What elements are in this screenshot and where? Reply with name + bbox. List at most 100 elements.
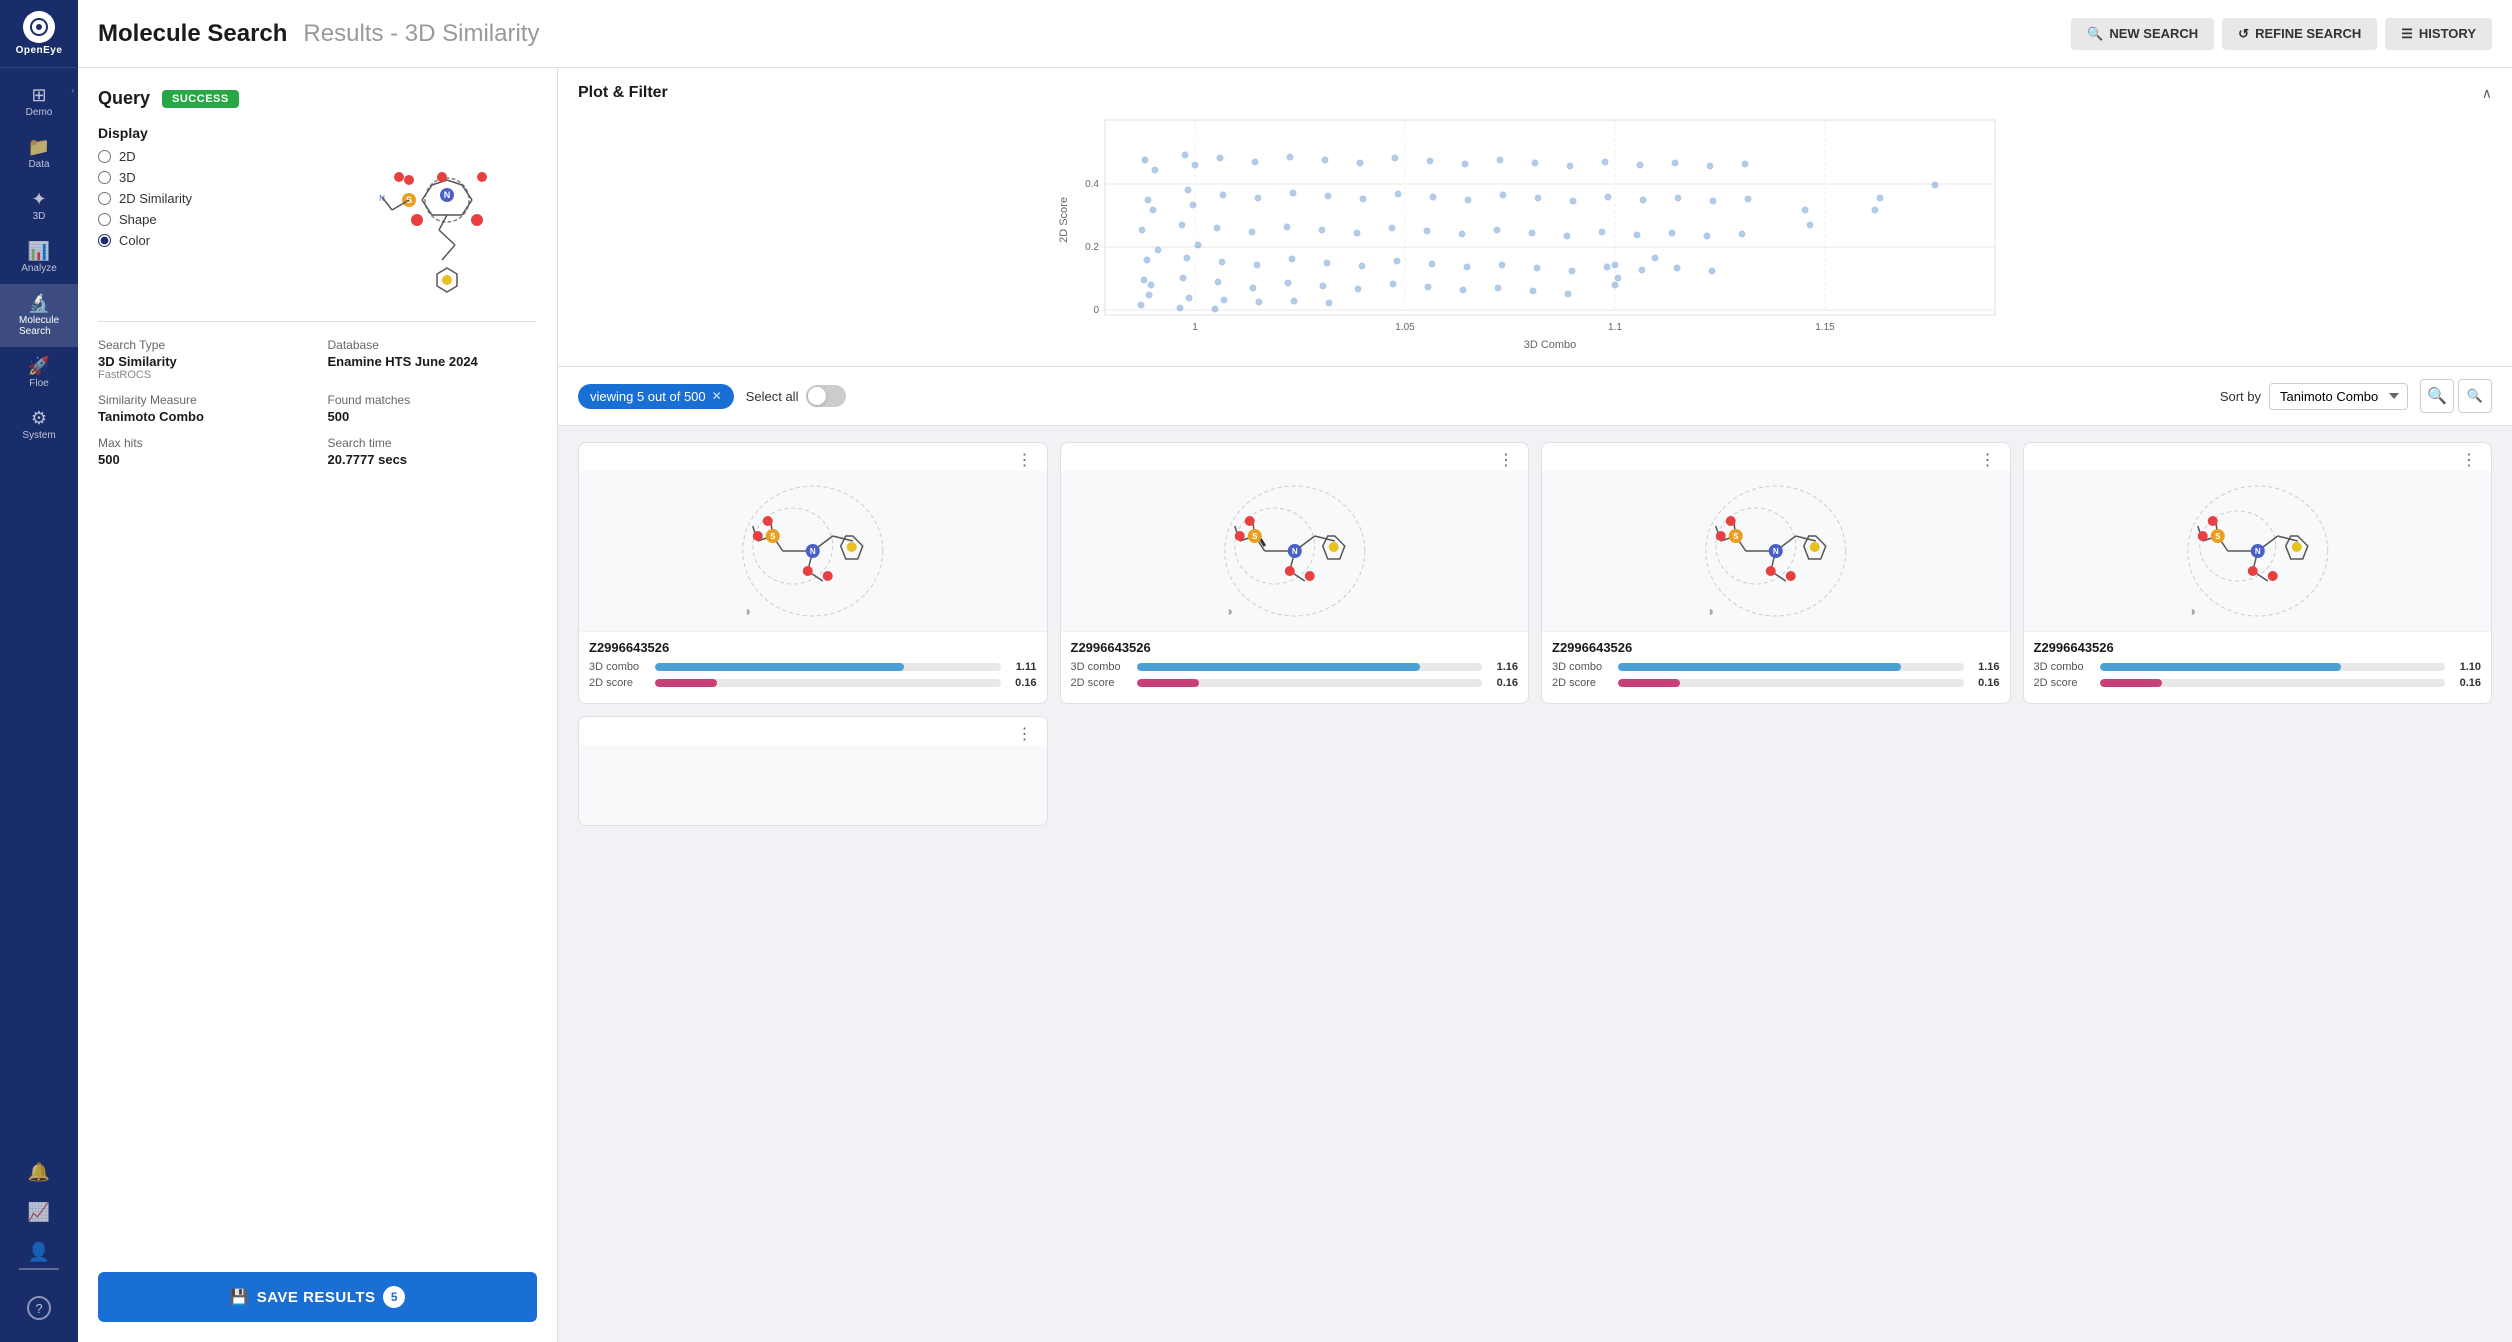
sidebar-item-label-3d: 3D [33,211,46,222]
svg-text:0: 0 [1093,305,1099,316]
results-toolbar: viewing 5 out of 500 ✕ Select all Sort b… [558,367,2512,426]
sort-label: Sort by [2220,389,2261,404]
app-logo[interactable]: OpenEye [0,0,78,68]
main-content: Molecule Search Results - 3D Similarity … [78,0,2512,1342]
card-menu-1[interactable]: ⋮ [1013,451,1037,471]
radio-3d-label: 3D [119,170,136,185]
score2d-val-1: 0.16 [1007,677,1037,689]
card-id-4: Z2996643526 [2024,631,2492,661]
card-scores-2: 3D combo 1.16 2D score [1061,661,1529,703]
card-mol-4: N S ◑ [2024,471,2492,631]
card-menu-5[interactable]: ⋮ [1013,725,1037,745]
card-menu-3[interactable]: ⋮ [1976,451,2000,471]
plot-header: Plot & Filter ∧ [578,84,2492,102]
svg-text:1.05: 1.05 [1395,322,1415,333]
svg-text:S: S [2215,532,2221,541]
card-header-4: ⋮ [2024,443,2492,471]
select-all-area: Select all [746,385,847,407]
svg-text:S: S [1733,532,1739,541]
molecule-card-1[interactable]: ⋮ [578,442,1048,704]
molecule-card-5[interactable]: ⋮ [578,716,1048,826]
sidebar-item-label-system: System [22,430,55,441]
radio-color[interactable]: Color [98,233,357,248]
combo-val-3: 1.16 [1970,661,2000,673]
card-scores-1: 3D combo 1.11 2D score [579,661,1047,703]
divider-1 [98,321,537,322]
floe-icon: 🚀 [28,357,50,375]
sidebar-item-help[interactable]: ? [0,1286,78,1330]
score2d-val-4: 0.16 [2451,677,2481,689]
page-title: Molecule Search [98,20,287,48]
bell-icon: 🔔 [28,1163,50,1181]
sidebar-item-user[interactable]: 👤 [0,1233,78,1284]
svg-text:N: N [1291,547,1297,556]
history-button[interactable]: ☰ HISTORY [2385,18,2492,50]
svg-text:1.15: 1.15 [1815,322,1835,333]
score2d-val-3: 0.16 [1970,677,2000,689]
card-menu-4[interactable]: ⋮ [2457,451,2481,471]
radio-shape[interactable]: Shape [98,212,357,227]
sort-area: Sort by Tanimoto Combo 2D Score Shape Sc… [2220,383,2408,410]
zoom-in-button[interactable]: 🔍 [2420,379,2454,413]
sidebar-item-3d[interactable]: ✦ 3D [0,180,78,232]
select-all-toggle[interactable] [806,385,846,407]
sidebar-item-notifications[interactable]: 🔔 [0,1153,78,1191]
combo-fill-1 [655,663,904,671]
sidebar-item-data[interactable]: 📁 Data [0,128,78,180]
new-search-button[interactable]: 🔍 NEW SEARCH [2071,18,2214,50]
database-value: Enamine HTS June 2024 [328,354,538,369]
logo-icon [23,11,55,43]
card-mol-5 [579,745,1047,825]
refine-icon: ↺ [2238,26,2249,42]
svg-text:3D Combo: 3D Combo [1524,339,1577,350]
card-mol-2: N S ◑ [1061,471,1529,631]
combo-bar-2 [1137,663,1483,671]
toggle-knob [808,387,826,405]
radio-2d-similarity[interactable]: 2D Similarity [98,191,357,206]
radio-3d[interactable]: 3D [98,170,357,185]
molecule-search-icon: 🔬 [28,294,50,312]
molecule-card-2[interactable]: ⋮ [1060,442,1530,704]
combo-score-row-2: 3D combo 1.16 [1071,661,1519,673]
search-type-label: Search Type [98,338,308,352]
clear-filter-button[interactable]: ✕ [712,389,722,403]
score2d-bar-4 [2100,679,2446,687]
card-mol-svg-1: N S [579,471,1047,631]
card-mol-svg-2: N S ◑ [1061,471,1529,631]
query-body: Display 2D 3D [98,125,537,305]
sidebar-item-analytics[interactable]: 📈 [0,1193,78,1231]
save-count-badge: 5 [383,1286,405,1308]
sidebar-item-system[interactable]: ⚙ System [0,399,78,451]
cards-grid: ⋮ [558,426,2512,1342]
demo-icon: ⊞ [31,86,46,104]
score2d-label-1: 2D score [589,677,649,689]
zoom-out-button[interactable]: 🔍 [2458,379,2492,413]
molecule-card-4[interactable]: ⋮ [2023,442,2493,704]
sort-select[interactable]: Tanimoto Combo 2D Score Shape Score Colo… [2269,383,2408,410]
save-results-button[interactable]: 💾 SAVE RESULTS 5 [98,1272,537,1322]
plot-container: 2D Score 0 0.2 0.4 1 1. [578,110,2492,350]
card-mol-1: N S [579,471,1047,631]
page-subtitle: Results - 3D Similarity [303,20,539,48]
chart-icon: 📈 [28,1203,50,1221]
sidebar-item-label-demo: Demo [26,107,53,118]
collapse-icon[interactable]: ∧ [2482,85,2492,102]
score2d-row-1: 2D score 0.16 [589,677,1037,689]
radio-2d[interactable]: 2D [98,149,357,164]
found-matches-value: 500 [328,409,538,424]
score2d-val-2: 0.16 [1488,677,1518,689]
card-menu-2[interactable]: ⋮ [1494,451,1518,471]
combo-label-4: 3D combo [2034,661,2094,673]
search-type-sub: FastROCS [98,369,308,381]
logo-text: OpenEye [16,45,63,56]
sidebar-item-molecule-search[interactable]: 🔬 MoleculeSearch [0,284,78,347]
sidebar-item-demo[interactable]: ⊞ Demo › [0,76,78,128]
svg-text:0.4: 0.4 [1085,179,1099,190]
3d-icon: ✦ [31,190,46,208]
molecule-card-3[interactable]: ⋮ [1541,442,2011,704]
refine-search-button[interactable]: ↺ REFINE SEARCH [2222,18,2377,50]
card-scores-4: 3D combo 1.10 2D score [2024,661,2492,703]
sidebar-item-floe[interactable]: 🚀 Floe [0,347,78,399]
card-mol-svg-4: N S ◑ [2024,471,2492,631]
sidebar-item-analyze[interactable]: 📊 Analyze [0,232,78,284]
